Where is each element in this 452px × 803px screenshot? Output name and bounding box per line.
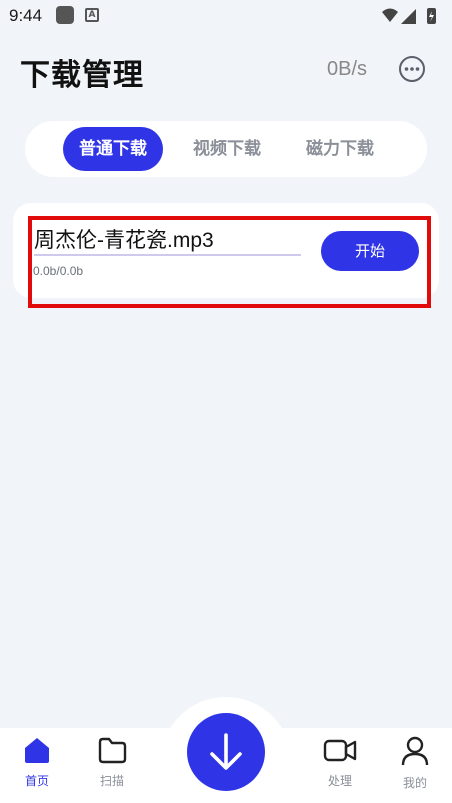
download-file-name: 周杰伦-青花瓷.mp3 bbox=[34, 229, 214, 252]
nav-item-mine[interactable]: 我的 bbox=[385, 736, 445, 794]
more-options-icon[interactable] bbox=[398, 55, 426, 83]
notification-icon bbox=[56, 6, 74, 24]
download-fab-button[interactable] bbox=[187, 713, 265, 791]
user-icon bbox=[401, 736, 429, 766]
nav-label-process: 处理 bbox=[327, 774, 352, 788]
nav-item-home[interactable]: 首页 bbox=[7, 736, 67, 794]
download-size-text: 0.0b/0.0b bbox=[33, 264, 84, 278]
download-progress-bar bbox=[34, 254, 301, 256]
nav-label-home: 首页 bbox=[24, 774, 49, 788]
tab-magnet-download[interactable]: 磁力下载 bbox=[290, 127, 390, 171]
start-download-button[interactable]: 开始 bbox=[321, 231, 419, 271]
status-time: 9:44 bbox=[9, 6, 43, 25]
nav-item-scan[interactable]: 扫描 bbox=[82, 736, 142, 794]
nav-item-process[interactable]: 处理 bbox=[310, 736, 370, 794]
tab-video-download[interactable]: 视频下载 bbox=[177, 127, 277, 171]
nav-label-mine: 我的 bbox=[402, 776, 427, 790]
download-speed: 0B/s bbox=[327, 58, 368, 80]
tab-normal-download[interactable]: 普通下载 bbox=[63, 127, 163, 171]
video-camera-icon bbox=[323, 739, 357, 762]
arrow-down-icon bbox=[210, 733, 242, 770]
status-bar: 9:44 A bbox=[0, 0, 452, 32]
keyboard-a-icon: A bbox=[85, 8, 99, 22]
folder-icon bbox=[98, 737, 127, 764]
nav-label-scan: 扫描 bbox=[99, 774, 124, 788]
download-type-tabs: 普通下载 视频下载 磁力下载 bbox=[25, 121, 427, 177]
system-status-icons bbox=[382, 8, 436, 24]
page-title: 下载管理 bbox=[20, 58, 144, 93]
home-icon bbox=[25, 738, 49, 763]
